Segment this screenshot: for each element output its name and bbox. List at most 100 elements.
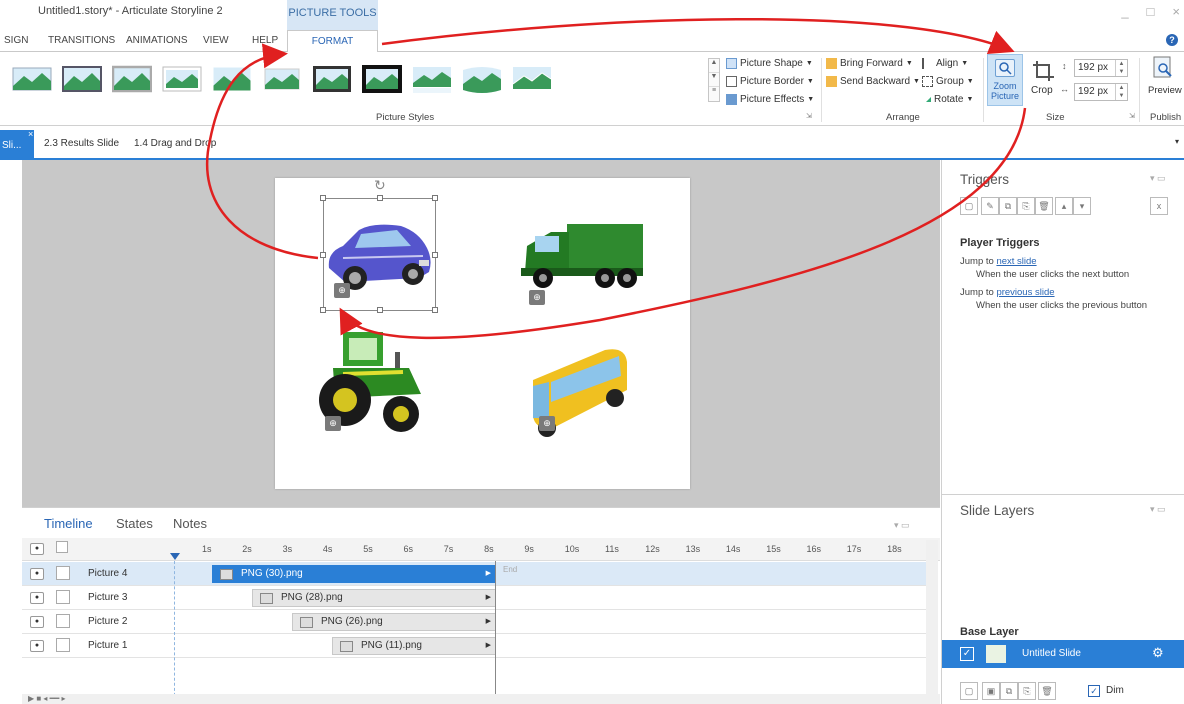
rotate-button[interactable]: Rotate ▼ [926, 94, 973, 105]
slide-tab-drag-and-drop[interactable]: 1.4 Drag and Drop [134, 138, 216, 149]
tab-notes[interactable]: Notes [173, 516, 207, 531]
lock-icon[interactable] [56, 541, 68, 553]
tab-states[interactable]: States [116, 516, 153, 531]
timeline-row[interactable]: ● Picture 4 PNG (30).png ▶ [22, 562, 932, 586]
resize-handle[interactable] [432, 307, 438, 313]
width-input[interactable]: 192 px ▲ ▼ [1074, 83, 1128, 101]
timeline-row[interactable]: ● Picture 3 PNG (28).png ▶ [22, 586, 932, 610]
tab-design[interactable]: SIGN [4, 35, 28, 46]
paste-layer-icon[interactable]: ⎘ [1018, 682, 1036, 700]
slide-tab-results[interactable]: 2.3 Results Slide [44, 138, 119, 149]
resize-handle[interactable] [432, 195, 438, 201]
picture-style-thumb[interactable] [462, 64, 502, 96]
variables-icon[interactable]: x [1150, 197, 1168, 215]
resize-handle[interactable] [320, 252, 326, 258]
copy-layer-icon[interactable]: ⧉ [1000, 682, 1018, 700]
timeline-ruler[interactable]: ● 1s 2s 3s 4s 5s 6s 7s 8s 9s 10s 11s 12s 13s 14s 15s 16… [22, 538, 940, 561]
close-button[interactable]: × [1172, 4, 1180, 19]
picture-style-thumb[interactable] [362, 64, 402, 96]
resize-handle[interactable] [377, 307, 383, 313]
tab-animations[interactable]: ANIMATIONS [126, 35, 187, 46]
new-layer-icon[interactable]: ▢ [960, 682, 978, 700]
eye-icon[interactable]: ● [30, 543, 44, 555]
picture-effects-button[interactable]: Picture Effects ▼ [726, 94, 814, 105]
picture-style-thumb[interactable] [512, 64, 552, 96]
minimize-button[interactable]: _ [1121, 4, 1128, 19]
tab-timeline[interactable]: Timeline [44, 516, 93, 531]
picture-style-thumb[interactable] [112, 64, 152, 96]
resize-handle[interactable] [432, 252, 438, 258]
next-slide-link[interactable]: next slide [996, 256, 1036, 267]
move-down-icon[interactable]: ▾ [1073, 197, 1091, 215]
picture-style-thumb[interactable] [262, 64, 302, 96]
object-bar[interactable]: PNG (11).png ▶ [332, 637, 496, 655]
resize-handle[interactable] [320, 307, 326, 313]
lock-checkbox[interactable] [56, 638, 70, 652]
object-bar[interactable]: PNG (28).png ▶ [252, 589, 496, 607]
move-up-icon[interactable]: ▴ [1055, 197, 1073, 215]
play-controls-icon[interactable]: ▶ ■ ◂ ━━ ▸ [28, 694, 66, 703]
panel-options-icon[interactable]: ▾ ▭ [1150, 173, 1166, 184]
gallery-scroll[interactable]: ▲ ▼ ≡ [708, 58, 720, 102]
picture-style-thumb[interactable] [212, 64, 252, 96]
height-input[interactable]: 192 px ▲ ▼ [1074, 59, 1128, 77]
layer-visible-checkbox[interactable]: ✓ [960, 647, 974, 661]
timeline-row[interactable]: ● Picture 1 PNG (11).png ▶ [22, 634, 932, 658]
object-bar[interactable]: PNG (26).png ▶ [292, 613, 496, 631]
tab-list-chevron-icon[interactable]: ▾ [1175, 137, 1179, 146]
copy-trigger-icon[interactable]: ⧉ [999, 197, 1017, 215]
picture-border-button[interactable]: Picture Border ▼ [726, 76, 814, 87]
lock-checkbox[interactable] [56, 590, 70, 604]
lock-checkbox[interactable] [56, 566, 70, 580]
tab-help[interactable]: HELP [252, 35, 278, 46]
dim-checkbox[interactable]: ✓ [1088, 685, 1100, 697]
rotate-handle-icon[interactable]: ↻ [374, 177, 386, 194]
picture-style-thumb[interactable] [162, 64, 202, 96]
resize-handle[interactable] [377, 195, 383, 201]
trigger-previous-slide[interactable]: Jump to previous slide [960, 287, 1055, 298]
help-icon[interactable]: ? [1166, 34, 1178, 46]
tab-transitions[interactable]: TRANSITIONS [48, 35, 115, 46]
align-button[interactable]: Align ▼ [922, 58, 968, 69]
end-marker[interactable] [495, 561, 496, 704]
timeline-scrollbar[interactable] [926, 540, 938, 704]
size-dialog-launcher-icon[interactable]: ⇲ [1129, 112, 1135, 120]
gear-icon[interactable]: ⚙ [1152, 645, 1164, 661]
delete-layer-icon[interactable]: 🗑 [1038, 682, 1056, 700]
zoom-badge-icon[interactable]: ⊕ [334, 283, 350, 298]
eye-icon[interactable]: ● [30, 640, 44, 652]
edit-trigger-icon[interactable]: ✎ [981, 197, 999, 215]
object-bar[interactable]: PNG (30).png ▶ [212, 565, 496, 583]
timeline-row[interactable]: ● Picture 2 PNG (26).png ▶ [22, 610, 932, 634]
trigger-next-slide[interactable]: Jump to next slide [960, 256, 1037, 267]
picture-style-thumb[interactable] [12, 64, 52, 96]
eye-icon[interactable]: ● [30, 616, 44, 628]
tab-format[interactable]: FORMAT [287, 30, 378, 53]
group-button[interactable]: Group ▼ [922, 76, 974, 87]
paste-trigger-icon[interactable]: ⎘ [1017, 197, 1035, 215]
picture-style-thumb[interactable] [62, 64, 102, 96]
zoom-picture-button[interactable]: Zoom Picture [987, 54, 1023, 106]
send-backward-button[interactable]: Send Backward ▼ [826, 76, 920, 87]
truck-picture[interactable] [521, 222, 645, 290]
zoom-badge-icon[interactable]: ⊕ [529, 290, 545, 305]
base-layer-row[interactable]: ✓ Untitled Slide ⚙ [942, 640, 1184, 668]
selection-box[interactable]: ↻ ⊕ [320, 177, 438, 313]
new-trigger-icon[interactable]: ▢ [960, 197, 978, 215]
previous-slide-link[interactable]: previous slide [996, 287, 1054, 298]
delete-trigger-icon[interactable]: 🗑 [1035, 197, 1053, 215]
playhead[interactable] [170, 553, 180, 560]
picture-style-thumb[interactable] [312, 64, 352, 96]
eye-icon[interactable]: ● [30, 568, 44, 580]
dialog-launcher-icon[interactable]: ⇲ [806, 112, 812, 120]
crop-button[interactable]: Crop [1031, 85, 1053, 96]
tab-view[interactable]: VIEW [203, 35, 229, 46]
picture-style-thumb[interactable] [412, 64, 452, 96]
layer-properties-icon[interactable]: ▣ [982, 682, 1000, 700]
panel-options-icon[interactable]: ▾ ▭ [1150, 504, 1166, 515]
zoom-badge-icon[interactable]: ⊕ [325, 416, 341, 431]
panel-options-icon[interactable]: ▾ ▭ [894, 520, 910, 531]
bring-forward-button[interactable]: Bring Forward ▼ [826, 58, 913, 69]
lock-checkbox[interactable] [56, 614, 70, 628]
eye-icon[interactable]: ● [30, 592, 44, 604]
